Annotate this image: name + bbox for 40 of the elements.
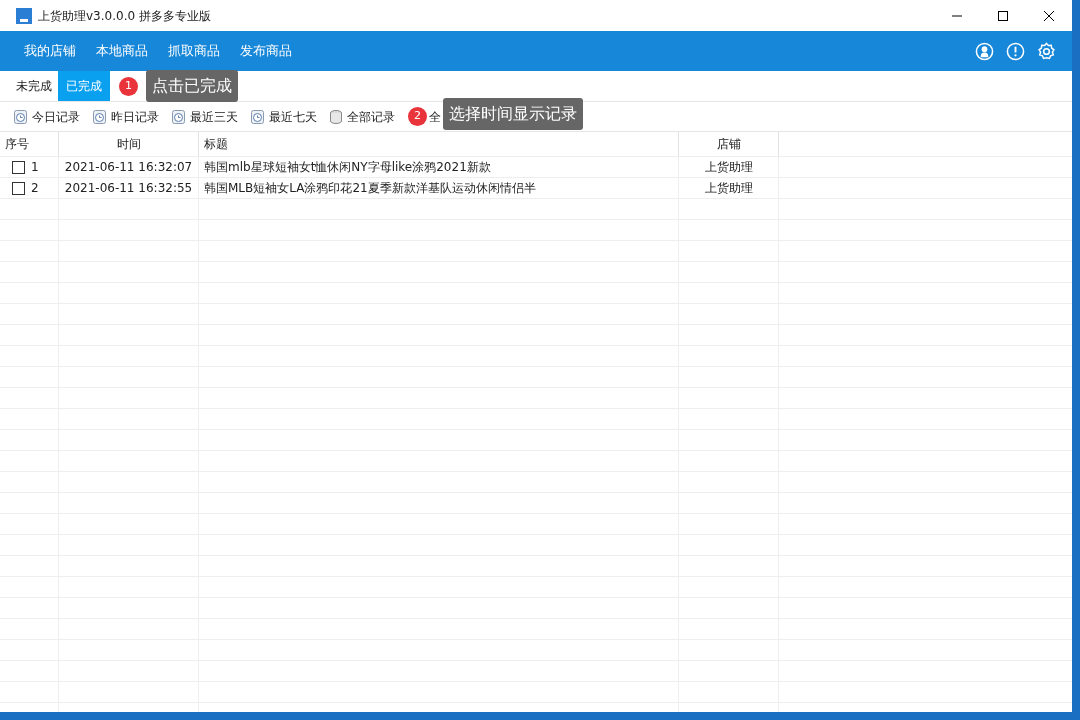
nav-item[interactable]: 发布商品	[230, 31, 302, 71]
column-header: 序号	[0, 132, 59, 156]
filter-button[interactable]: 全部记录	[330, 107, 395, 126]
user-icon[interactable]	[975, 41, 994, 61]
clock-icon	[251, 109, 264, 124]
clock-icon	[172, 109, 185, 124]
nav-item[interactable]: 抓取商品	[158, 31, 230, 71]
table-cell: 上货助理	[679, 178, 779, 198]
info-icon[interactable]	[1006, 41, 1025, 61]
clock-icon	[93, 109, 106, 124]
close-icon	[1044, 10, 1054, 21]
filter-button[interactable]: 最近七天	[251, 107, 317, 126]
hint-tooltip: 选择时间显示记录	[443, 97, 583, 130]
hint-tooltip: 点击已完成	[146, 70, 238, 102]
row-checkbox[interactable]	[12, 160, 25, 174]
column-header: 店铺	[679, 132, 779, 156]
column-header: 时间	[59, 132, 199, 156]
table-cell: 2021-06-11 16:32:07	[59, 157, 199, 177]
step-badge: 1	[119, 76, 138, 96]
nav-item[interactable]: 本地商品	[86, 31, 158, 71]
nav-item[interactable]: 我的店铺	[14, 31, 86, 71]
column-header: 标题	[199, 132, 679, 156]
table-cell: 韩国MLB短袖女LA涂鸦印花21夏季新款洋基队运动休闲情侣半	[199, 178, 679, 198]
clock-icon	[14, 109, 27, 124]
table-cell: 2021-06-11 16:32:55	[59, 178, 199, 198]
app-icon	[16, 7, 32, 24]
filter-button[interactable]: 最近三天	[172, 107, 238, 126]
step-badge: 2	[408, 107, 427, 126]
table-cell: 韩国mlb星球短袖女t恤休闲NY字母like涂鸦2021新款	[199, 157, 679, 177]
filter-button[interactable]: 全	[429, 107, 441, 126]
table-cell-text: 2	[31, 180, 39, 197]
table-cell-text: 1	[31, 159, 39, 176]
filter-button[interactable]: 今日记录	[14, 107, 80, 126]
filter-button[interactable]: 昨日记录	[93, 107, 159, 126]
row-checkbox[interactable]	[12, 181, 25, 195]
settings-icon[interactable]	[1037, 41, 1056, 61]
database-icon	[330, 109, 342, 124]
window-title: 上货助理v3.0.0.0 拼多多专业版	[38, 7, 211, 25]
table-cell: 上货助理	[679, 157, 779, 177]
maximize-icon	[998, 10, 1008, 21]
